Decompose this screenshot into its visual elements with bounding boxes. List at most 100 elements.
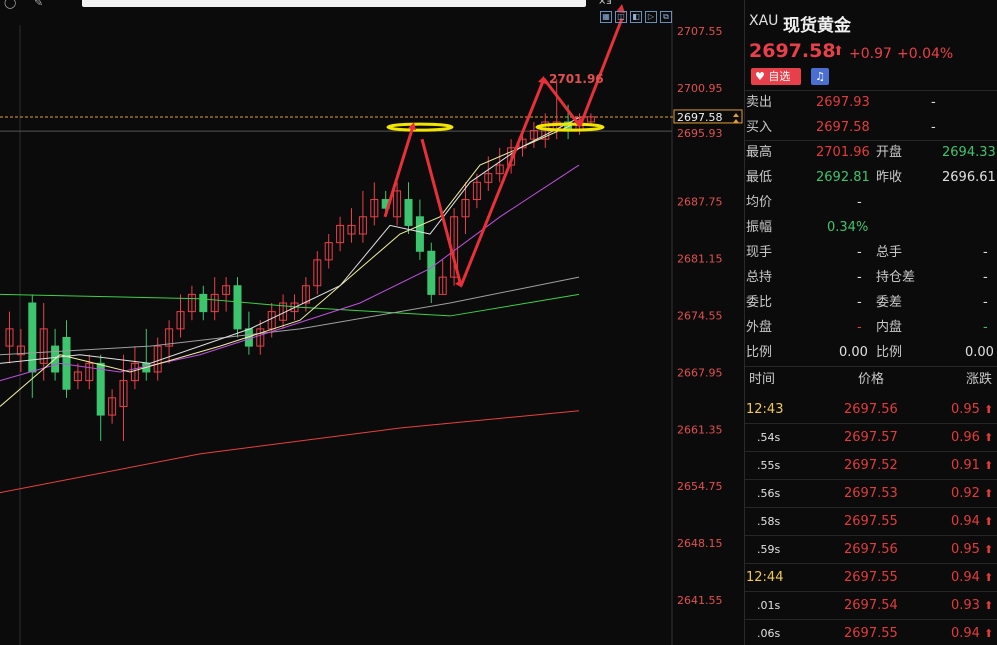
price-axis-label: 2648.15 <box>677 537 723 550</box>
ask-price-tag: 2695.93 <box>677 127 723 140</box>
tick-time: .54s <box>757 431 781 444</box>
amplitude-value: 0.34% <box>827 220 869 235</box>
price-axis-label: 2667.95 <box>677 366 723 379</box>
bell-icon[interactable]: ♫ <box>811 68 829 85</box>
tick-row: .54s 2697.57 0.96 ⬆ <box>745 425 997 450</box>
last-price: 2697.58 <box>749 40 836 62</box>
ratio-a-value: 0.00 <box>839 345 868 360</box>
sell-label: 卖出 <box>746 95 773 110</box>
inner-label: 内盘 <box>876 320 903 335</box>
tick-row: 12:43 2697.56 0.95 ⬆ <box>745 397 997 422</box>
outer-value: - <box>857 320 862 335</box>
tick-change: 0.94 <box>951 626 980 641</box>
buy-row: 买入 2697.58 - <box>745 115 997 140</box>
tick-change: 0.96 <box>951 430 980 445</box>
price-axis-label: 2707.55 <box>677 25 723 38</box>
price-axis-label: 2674.55 <box>677 310 723 323</box>
divider <box>745 591 997 592</box>
up-arrow-icon: ⬆ <box>984 487 994 500</box>
expand-icon[interactable]: ⧉ <box>660 11 672 23</box>
grid-icon[interactable]: ▦ <box>600 11 612 23</box>
tick-change: 0.91 <box>951 458 980 473</box>
ticks-time-header: 时间 <box>749 372 776 387</box>
prev-close-label: 昨收 <box>876 170 903 185</box>
up-arrow-icon: ⬆ <box>984 571 994 584</box>
price-change-pct: +0.04% <box>897 46 954 62</box>
layout-icon[interactable]: ◫ <box>615 11 627 23</box>
panel-icon[interactable]: ◧ <box>630 11 642 23</box>
cur-hand-value: - <box>857 245 862 260</box>
play-icon[interactable]: ▷ <box>645 11 657 23</box>
ticks-price-header: 价格 <box>858 372 885 387</box>
cur-hand-label: 现手 <box>746 245 773 260</box>
up-arrow-icon: ⬆ <box>984 515 994 528</box>
search-icon[interactable]: ◯ <box>4 0 16 9</box>
quote-panel: XAU 现货黄金 2697.58 ⬆ +0.97 +0.04% ♥ 自选 ♫ 卖… <box>744 0 997 645</box>
tick-price: 2697.54 <box>844 598 898 613</box>
candle-body <box>96 362 105 416</box>
kline-chart[interactable]: 2707.55 2700.95 2687.75 2681.15 2674.55 2667.… <box>0 0 744 645</box>
tick-row: .06s 2697.55 0.94 ⬆ <box>745 621 997 645</box>
hand-row: 现手 - 总手 - <box>745 240 997 265</box>
up-arrow-icon: ⬆ <box>984 459 994 472</box>
hold-diff-label: 持仓差 <box>876 270 916 285</box>
divider <box>745 479 997 480</box>
candle-body <box>62 336 71 390</box>
tick-row: .01s 2697.54 0.93 ⬆ <box>745 593 997 618</box>
prev-close-value: 2696.61 <box>942 170 996 185</box>
tick-change: 0.94 <box>951 570 980 585</box>
divider <box>745 563 997 564</box>
buy-volume: - <box>931 120 936 135</box>
price-change: +0.97 <box>849 46 892 62</box>
tick-price: 2697.56 <box>844 542 898 557</box>
divider <box>745 451 997 452</box>
divider <box>745 423 997 424</box>
up-arrow-icon: ⬆ <box>984 403 994 416</box>
kline-svg[interactable]: 2707.55 2700.95 2687.75 2681.15 2674.55 2667.… <box>0 0 744 645</box>
outer-label: 外盘 <box>746 320 773 335</box>
tick-row: .56s 2697.53 0.92 ⬆ <box>745 481 997 506</box>
inner-value: - <box>983 320 988 335</box>
favorite-label: 自选 <box>768 70 791 83</box>
tick-time: .55s <box>757 459 781 472</box>
ma-line-white <box>0 117 580 364</box>
low-label: 最低 <box>746 170 773 185</box>
pen-icon[interactable]: ✎ <box>34 0 43 9</box>
ratio-a-label: 比例 <box>746 345 773 360</box>
price-axis-label: 2661.35 <box>677 423 723 436</box>
high-open-row: 最高 2701.96 开盘 2694.33 <box>745 140 997 165</box>
up-arrow-icon: ⬆ <box>984 543 994 556</box>
search-input[interactable] <box>82 0 586 7</box>
tick-time: .06s <box>757 627 781 640</box>
favorite-button[interactable]: ♥ 自选 <box>751 68 801 85</box>
tick-change: 0.92 <box>951 486 980 501</box>
buy-price: 2697.58 <box>816 120 870 135</box>
tick-row: .59s 2697.56 0.95 ⬆ <box>745 537 997 562</box>
candle-body <box>427 250 436 295</box>
price-axis-label: 2687.75 <box>677 196 723 209</box>
sell-row: 卖出 2697.93 - <box>745 90 997 115</box>
arrow-head <box>538 75 546 84</box>
support-ellipse <box>386 122 454 132</box>
low-value: 2692.81 <box>816 170 870 185</box>
avg-value: - <box>857 195 862 210</box>
tick-time: 12:44 <box>746 570 784 585</box>
tick-time: .56s <box>757 487 781 500</box>
amp-row: 振幅 0.34% <box>745 215 997 240</box>
tick-time: .58s <box>757 515 781 528</box>
candle-body <box>233 285 242 330</box>
tick-price: 2697.56 <box>844 402 898 417</box>
candle-body <box>404 199 413 226</box>
divider <box>745 535 997 536</box>
tick-time: .01s <box>757 599 781 612</box>
avg-row: 均价 - <box>745 190 997 215</box>
tick-price: 2697.55 <box>844 626 898 641</box>
ma-line-green <box>0 293 580 317</box>
hold-row: 总持 - 持仓差 - <box>745 265 997 290</box>
tick-change: 0.95 <box>951 542 980 557</box>
high-value: 2701.96 <box>816 145 870 160</box>
price-axis-label: 2654.75 <box>677 480 723 493</box>
divider <box>745 507 997 508</box>
outer-inner-row: 外盘 - 内盘 - <box>745 315 997 340</box>
divider <box>745 619 997 620</box>
